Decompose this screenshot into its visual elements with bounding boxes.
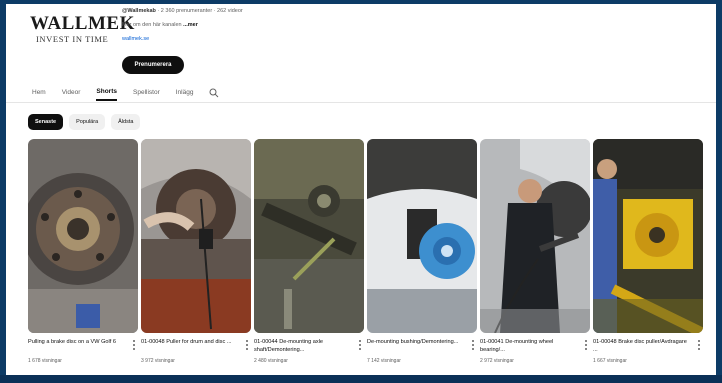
- more-options-icon[interactable]: [356, 339, 364, 351]
- logo-tagline: INVEST IN TIME: [36, 34, 109, 44]
- short-thumbnail[interactable]: [28, 139, 138, 333]
- chip-popular[interactable]: Populära: [69, 114, 106, 130]
- short-views: 2 972 visningar: [480, 358, 514, 364]
- short-card[interactable]: 01-00048 Puller for drum and disc ... 3 …: [141, 139, 251, 364]
- channel-page: WALLMEK INVEST IN TIME @Wallmekab · 2 36…: [6, 4, 716, 375]
- shorts-grid: Pulling a brake disc on a VW Golf 6 1 67…: [28, 139, 706, 364]
- short-thumbnail[interactable]: [593, 139, 703, 333]
- tab-shorts[interactable]: Shorts: [96, 88, 117, 101]
- channel-link[interactable]: wallmek.se: [122, 36, 243, 42]
- channel-tabs: Hem Videor Shorts Spellistor Inlägg: [32, 88, 219, 101]
- short-title[interactable]: 01-00044 De-mounting axle shaft/Demonter…: [254, 338, 352, 354]
- channel-logo[interactable]: WALLMEK INVEST IN TIME: [30, 13, 135, 45]
- short-thumbnail[interactable]: [254, 139, 364, 333]
- short-thumbnail[interactable]: [480, 139, 590, 333]
- short-card[interactable]: 01-00044 De-mounting axle shaft/Demonter…: [254, 139, 364, 364]
- bottom-strip: [0, 375, 722, 383]
- short-title[interactable]: Pulling a brake disc on a VW Golf 6: [28, 338, 126, 354]
- tab-posts[interactable]: Inlägg: [176, 89, 194, 100]
- short-thumbnail[interactable]: [367, 139, 477, 333]
- chip-oldest[interactable]: Äldsta: [111, 114, 141, 130]
- short-card[interactable]: 01-00048 Brake disc puller/Avdragare ...…: [593, 139, 703, 364]
- channel-description[interactable]: Mer om den här kanalen ...mer: [122, 22, 243, 28]
- description-text: Mer om den här kanalen: [122, 22, 182, 28]
- short-views: 7 142 visningar: [367, 358, 401, 364]
- more-options-icon[interactable]: [469, 339, 477, 351]
- tabs-divider: [6, 102, 716, 103]
- short-views: 1 667 visningar: [593, 358, 627, 364]
- short-thumbnail[interactable]: [141, 139, 251, 333]
- channel-handle-line: @Wallmekab · 2 360 prenumeranter · 262 v…: [122, 8, 243, 14]
- short-title[interactable]: De-mounting bushing/Demontering...: [367, 338, 465, 354]
- subscribe-button[interactable]: Prenumerera: [122, 56, 184, 74]
- short-views: 2 480 visningar: [254, 358, 288, 364]
- short-card[interactable]: De-mounting bushing/Demontering... 7 142…: [367, 139, 477, 364]
- short-card[interactable]: 01-00041 De-mounting wheel bearing/... 2…: [480, 139, 590, 364]
- tab-home[interactable]: Hem: [32, 89, 46, 100]
- channel-info: @Wallmekab · 2 360 prenumeranter · 262 v…: [122, 8, 243, 42]
- more-options-icon[interactable]: [243, 339, 251, 351]
- short-views: 1 678 visningar: [28, 358, 62, 364]
- more-options-icon[interactable]: [130, 339, 138, 351]
- search-icon[interactable]: [209, 88, 219, 98]
- short-title[interactable]: 01-00048 Brake disc puller/Avdragare ...: [593, 338, 691, 354]
- more-options-icon[interactable]: [695, 339, 703, 351]
- sort-chips: Senaste Populära Äldsta: [28, 114, 146, 130]
- channel-stats: · 2 360 prenumeranter · 262 videor: [157, 8, 243, 14]
- tab-playlists[interactable]: Spellistor: [133, 89, 160, 100]
- description-more[interactable]: ...mer: [183, 22, 198, 28]
- tab-videos[interactable]: Videor: [62, 89, 81, 100]
- channel-handle: @Wallmekab: [122, 8, 156, 14]
- more-options-icon[interactable]: [582, 339, 590, 351]
- chip-latest[interactable]: Senaste: [28, 114, 64, 130]
- short-card[interactable]: Pulling a brake disc on a VW Golf 6 1 67…: [28, 139, 138, 364]
- logo-title: WALLMEK: [30, 13, 135, 34]
- short-views: 3 972 visningar: [141, 358, 175, 364]
- short-title[interactable]: 01-00041 De-mounting wheel bearing/...: [480, 338, 578, 354]
- short-title[interactable]: 01-00048 Puller for drum and disc ...: [141, 338, 239, 354]
